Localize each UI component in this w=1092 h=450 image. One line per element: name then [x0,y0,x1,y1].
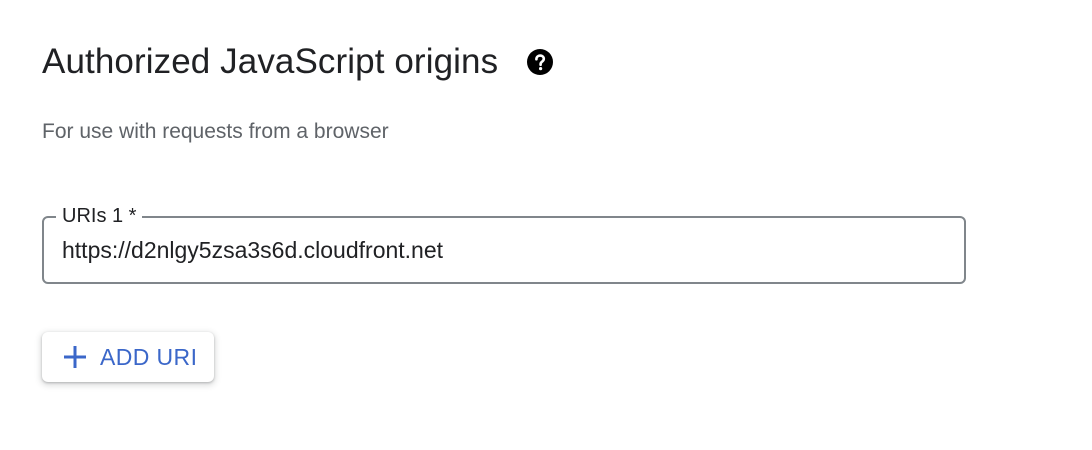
add-uri-label: ADD URI [100,343,198,370]
section-subtitle: For use with requests from a browser [42,120,389,143]
uri-field[interactable]: URIs 1 * [42,204,966,284]
add-uri-button[interactable]: ADD URI [42,332,214,382]
plus-icon [62,344,88,370]
uri-input[interactable] [62,218,942,282]
section-title: Authorized JavaScript origins [42,42,499,81]
help-icon[interactable] [525,47,555,77]
section-header: Authorized JavaScript origins [42,38,555,86]
